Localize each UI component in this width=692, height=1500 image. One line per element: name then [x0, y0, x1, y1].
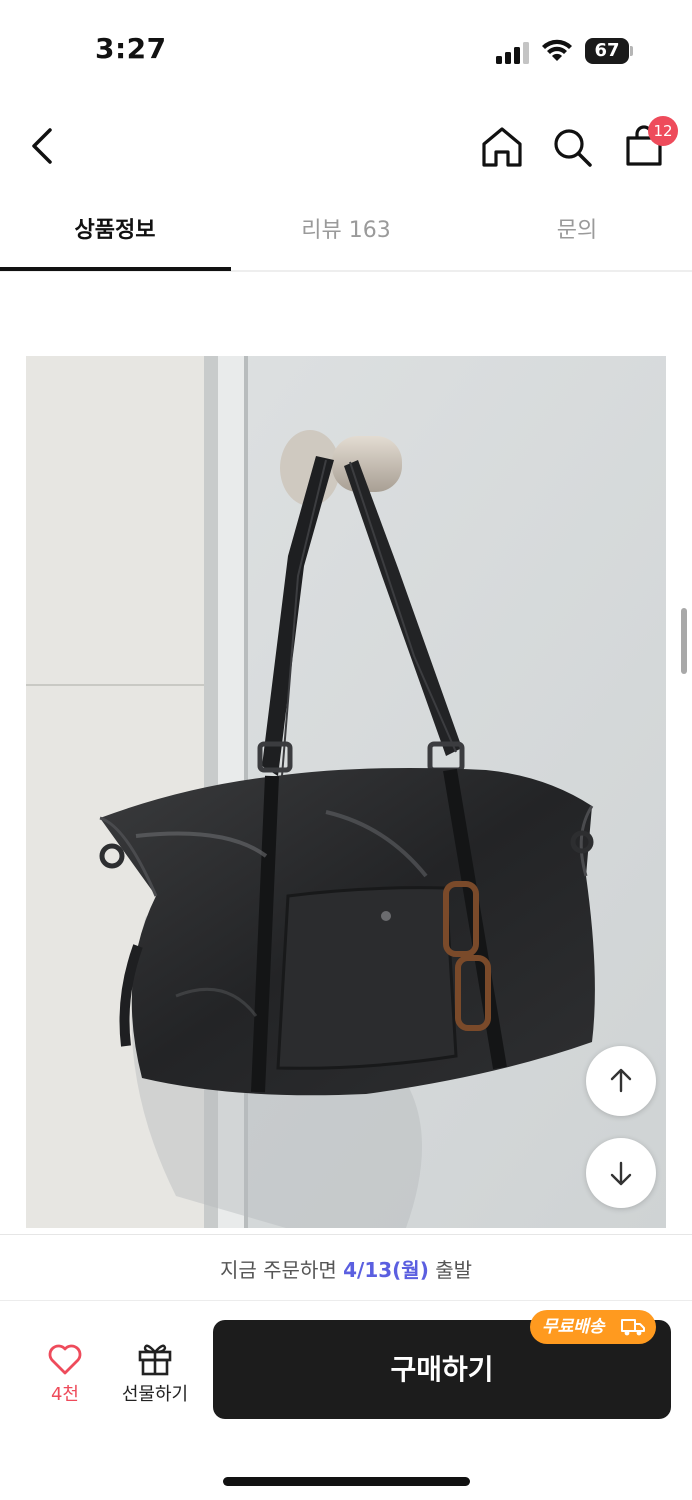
- free-shipping-label: 무료배송: [542, 1317, 605, 1337]
- gift-button[interactable]: 선물하기: [112, 1336, 198, 1412]
- delivery-suffix: 출발: [428, 1258, 473, 1282]
- product-image: [26, 356, 666, 1228]
- tab-inquiry[interactable]: 문의: [462, 200, 692, 270]
- wifi-icon: [542, 39, 572, 61]
- active-tab-indicator: [0, 267, 231, 271]
- delivery-notice: 지금 주문하면 4/13(월) 출발: [0, 1235, 692, 1301]
- page-scrollbar[interactable]: [681, 608, 687, 674]
- gift-icon: [138, 1344, 172, 1376]
- arrow-down-icon: [610, 1161, 632, 1186]
- delivery-prefix: 지금 주문하면: [219, 1258, 344, 1282]
- delivery-truck-icon: [621, 1319, 645, 1336]
- chevron-left-icon[interactable]: [22, 124, 62, 168]
- search-icon[interactable]: [549, 124, 595, 170]
- product-tabs: 상품정보 리뷰 163 문의: [0, 200, 692, 272]
- status-time: 3:27: [95, 32, 167, 65]
- status-bar: 3:27 67: [0, 0, 692, 100]
- tab-reviews[interactable]: 리뷰 163: [231, 200, 461, 270]
- like-count: 4천: [50, 1384, 79, 1405]
- product-photo: [26, 356, 666, 1228]
- scroll-to-bottom-button[interactable]: [586, 1138, 656, 1208]
- battery-indicator: 67: [585, 38, 633, 64]
- gift-label: 선물하기: [121, 1384, 189, 1405]
- free-shipping-badge: 무료배송: [530, 1310, 656, 1344]
- home-icon[interactable]: [478, 124, 526, 170]
- battery-level: 67: [594, 40, 620, 61]
- delivery-date: 4/13(월): [343, 1258, 429, 1282]
- heart-icon: [48, 1344, 82, 1375]
- home-indicator: [223, 1477, 470, 1486]
- battery-cap: [630, 46, 633, 56]
- cart-count-badge: 12: [648, 116, 678, 146]
- tab-product-info[interactable]: 상품정보: [0, 200, 230, 270]
- cellular-signal-icon: [496, 42, 529, 64]
- nav-bar: [0, 108, 692, 188]
- scroll-to-top-button[interactable]: [586, 1046, 656, 1116]
- arrow-up-icon: [610, 1068, 632, 1093]
- like-button[interactable]: 4천: [30, 1336, 100, 1412]
